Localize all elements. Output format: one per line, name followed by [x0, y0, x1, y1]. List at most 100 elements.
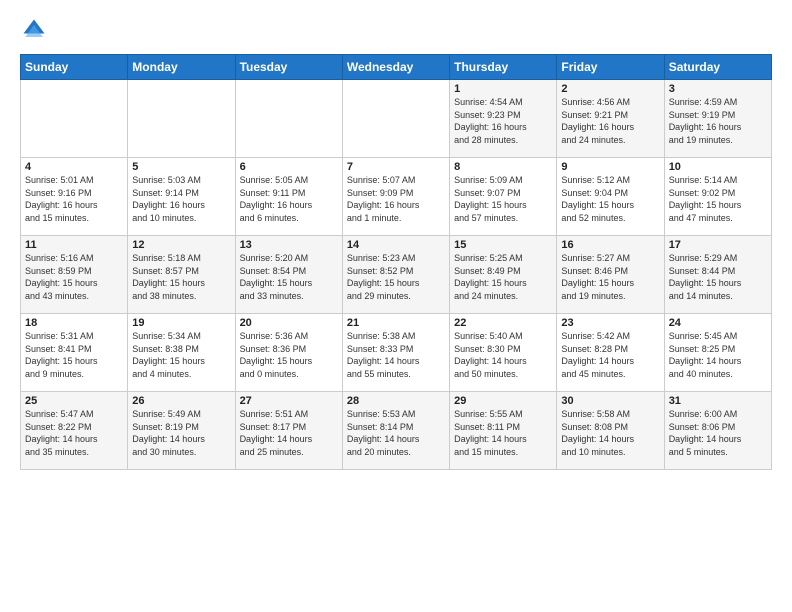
- day-number: 10: [669, 161, 767, 173]
- day-cell: 14Sunrise: 5:23 AM Sunset: 8:52 PM Dayli…: [342, 236, 449, 314]
- page: SundayMondayTuesdayWednesdayThursdayFrid…: [0, 0, 792, 612]
- day-cell: 22Sunrise: 5:40 AM Sunset: 8:30 PM Dayli…: [450, 314, 557, 392]
- day-info: Sunrise: 5:51 AM Sunset: 8:17 PM Dayligh…: [240, 408, 338, 458]
- day-info: Sunrise: 4:54 AM Sunset: 9:23 PM Dayligh…: [454, 96, 552, 146]
- day-info: Sunrise: 5:38 AM Sunset: 8:33 PM Dayligh…: [347, 330, 445, 380]
- day-info: Sunrise: 5:36 AM Sunset: 8:36 PM Dayligh…: [240, 330, 338, 380]
- day-number: 22: [454, 317, 552, 329]
- day-cell: 15Sunrise: 5:25 AM Sunset: 8:49 PM Dayli…: [450, 236, 557, 314]
- day-number: 7: [347, 161, 445, 173]
- day-cell: [342, 80, 449, 158]
- logo: [20, 16, 52, 44]
- day-cell: 24Sunrise: 5:45 AM Sunset: 8:25 PM Dayli…: [664, 314, 771, 392]
- day-number: 21: [347, 317, 445, 329]
- day-cell: 11Sunrise: 5:16 AM Sunset: 8:59 PM Dayli…: [21, 236, 128, 314]
- day-number: 3: [669, 83, 767, 95]
- day-info: Sunrise: 5:31 AM Sunset: 8:41 PM Dayligh…: [25, 330, 123, 380]
- day-cell: 27Sunrise: 5:51 AM Sunset: 8:17 PM Dayli…: [235, 392, 342, 470]
- col-header-wednesday: Wednesday: [342, 55, 449, 80]
- day-info: Sunrise: 5:09 AM Sunset: 9:07 PM Dayligh…: [454, 174, 552, 224]
- day-info: Sunrise: 5:40 AM Sunset: 8:30 PM Dayligh…: [454, 330, 552, 380]
- day-number: 17: [669, 239, 767, 251]
- day-number: 27: [240, 395, 338, 407]
- day-cell: 31Sunrise: 6:00 AM Sunset: 8:06 PM Dayli…: [664, 392, 771, 470]
- header-row: SundayMondayTuesdayWednesdayThursdayFrid…: [21, 55, 772, 80]
- day-cell: 17Sunrise: 5:29 AM Sunset: 8:44 PM Dayli…: [664, 236, 771, 314]
- col-header-monday: Monday: [128, 55, 235, 80]
- day-number: 5: [132, 161, 230, 173]
- calendar-table: SundayMondayTuesdayWednesdayThursdayFrid…: [20, 54, 772, 470]
- week-row-1: 1Sunrise: 4:54 AM Sunset: 9:23 PM Daylig…: [21, 80, 772, 158]
- day-number: 24: [669, 317, 767, 329]
- day-number: 6: [240, 161, 338, 173]
- logo-icon: [20, 16, 48, 44]
- day-cell: 5Sunrise: 5:03 AM Sunset: 9:14 PM Daylig…: [128, 158, 235, 236]
- day-cell: 23Sunrise: 5:42 AM Sunset: 8:28 PM Dayli…: [557, 314, 664, 392]
- day-info: Sunrise: 5:01 AM Sunset: 9:16 PM Dayligh…: [25, 174, 123, 224]
- col-header-saturday: Saturday: [664, 55, 771, 80]
- day-info: Sunrise: 5:07 AM Sunset: 9:09 PM Dayligh…: [347, 174, 445, 224]
- day-number: 20: [240, 317, 338, 329]
- day-info: Sunrise: 5:27 AM Sunset: 8:46 PM Dayligh…: [561, 252, 659, 302]
- day-info: Sunrise: 5:16 AM Sunset: 8:59 PM Dayligh…: [25, 252, 123, 302]
- day-info: Sunrise: 5:03 AM Sunset: 9:14 PM Dayligh…: [132, 174, 230, 224]
- day-cell: 3Sunrise: 4:59 AM Sunset: 9:19 PM Daylig…: [664, 80, 771, 158]
- day-cell: 30Sunrise: 5:58 AM Sunset: 8:08 PM Dayli…: [557, 392, 664, 470]
- day-info: Sunrise: 4:56 AM Sunset: 9:21 PM Dayligh…: [561, 96, 659, 146]
- day-cell: 4Sunrise: 5:01 AM Sunset: 9:16 PM Daylig…: [21, 158, 128, 236]
- day-number: 15: [454, 239, 552, 251]
- day-number: 25: [25, 395, 123, 407]
- day-cell: 6Sunrise: 5:05 AM Sunset: 9:11 PM Daylig…: [235, 158, 342, 236]
- day-number: 18: [25, 317, 123, 329]
- day-number: 28: [347, 395, 445, 407]
- day-cell: [128, 80, 235, 158]
- day-cell: 7Sunrise: 5:07 AM Sunset: 9:09 PM Daylig…: [342, 158, 449, 236]
- day-cell: 12Sunrise: 5:18 AM Sunset: 8:57 PM Dayli…: [128, 236, 235, 314]
- day-number: 29: [454, 395, 552, 407]
- day-cell: 2Sunrise: 4:56 AM Sunset: 9:21 PM Daylig…: [557, 80, 664, 158]
- day-info: Sunrise: 5:14 AM Sunset: 9:02 PM Dayligh…: [669, 174, 767, 224]
- day-info: Sunrise: 5:55 AM Sunset: 8:11 PM Dayligh…: [454, 408, 552, 458]
- day-number: 4: [25, 161, 123, 173]
- day-number: 23: [561, 317, 659, 329]
- day-cell: 26Sunrise: 5:49 AM Sunset: 8:19 PM Dayli…: [128, 392, 235, 470]
- day-number: 19: [132, 317, 230, 329]
- week-row-2: 4Sunrise: 5:01 AM Sunset: 9:16 PM Daylig…: [21, 158, 772, 236]
- day-number: 8: [454, 161, 552, 173]
- day-cell: 16Sunrise: 5:27 AM Sunset: 8:46 PM Dayli…: [557, 236, 664, 314]
- day-info: Sunrise: 5:45 AM Sunset: 8:25 PM Dayligh…: [669, 330, 767, 380]
- week-row-3: 11Sunrise: 5:16 AM Sunset: 8:59 PM Dayli…: [21, 236, 772, 314]
- day-info: Sunrise: 5:29 AM Sunset: 8:44 PM Dayligh…: [669, 252, 767, 302]
- day-cell: 8Sunrise: 5:09 AM Sunset: 9:07 PM Daylig…: [450, 158, 557, 236]
- day-info: Sunrise: 5:58 AM Sunset: 8:08 PM Dayligh…: [561, 408, 659, 458]
- col-header-friday: Friday: [557, 55, 664, 80]
- day-number: 13: [240, 239, 338, 251]
- col-header-tuesday: Tuesday: [235, 55, 342, 80]
- day-cell: 10Sunrise: 5:14 AM Sunset: 9:02 PM Dayli…: [664, 158, 771, 236]
- day-cell: 25Sunrise: 5:47 AM Sunset: 8:22 PM Dayli…: [21, 392, 128, 470]
- day-info: Sunrise: 5:53 AM Sunset: 8:14 PM Dayligh…: [347, 408, 445, 458]
- col-header-thursday: Thursday: [450, 55, 557, 80]
- day-cell: 13Sunrise: 5:20 AM Sunset: 8:54 PM Dayli…: [235, 236, 342, 314]
- day-cell: [21, 80, 128, 158]
- day-cell: 28Sunrise: 5:53 AM Sunset: 8:14 PM Dayli…: [342, 392, 449, 470]
- day-number: 30: [561, 395, 659, 407]
- day-cell: 21Sunrise: 5:38 AM Sunset: 8:33 PM Dayli…: [342, 314, 449, 392]
- day-info: Sunrise: 5:20 AM Sunset: 8:54 PM Dayligh…: [240, 252, 338, 302]
- day-info: Sunrise: 5:05 AM Sunset: 9:11 PM Dayligh…: [240, 174, 338, 224]
- day-cell: 18Sunrise: 5:31 AM Sunset: 8:41 PM Dayli…: [21, 314, 128, 392]
- day-number: 9: [561, 161, 659, 173]
- day-info: Sunrise: 5:47 AM Sunset: 8:22 PM Dayligh…: [25, 408, 123, 458]
- day-cell: 9Sunrise: 5:12 AM Sunset: 9:04 PM Daylig…: [557, 158, 664, 236]
- day-cell: 1Sunrise: 4:54 AM Sunset: 9:23 PM Daylig…: [450, 80, 557, 158]
- day-cell: 29Sunrise: 5:55 AM Sunset: 8:11 PM Dayli…: [450, 392, 557, 470]
- day-number: 14: [347, 239, 445, 251]
- day-cell: 19Sunrise: 5:34 AM Sunset: 8:38 PM Dayli…: [128, 314, 235, 392]
- day-info: Sunrise: 5:49 AM Sunset: 8:19 PM Dayligh…: [132, 408, 230, 458]
- day-cell: [235, 80, 342, 158]
- day-number: 11: [25, 239, 123, 251]
- day-info: Sunrise: 4:59 AM Sunset: 9:19 PM Dayligh…: [669, 96, 767, 146]
- day-number: 2: [561, 83, 659, 95]
- day-number: 26: [132, 395, 230, 407]
- week-row-4: 18Sunrise: 5:31 AM Sunset: 8:41 PM Dayli…: [21, 314, 772, 392]
